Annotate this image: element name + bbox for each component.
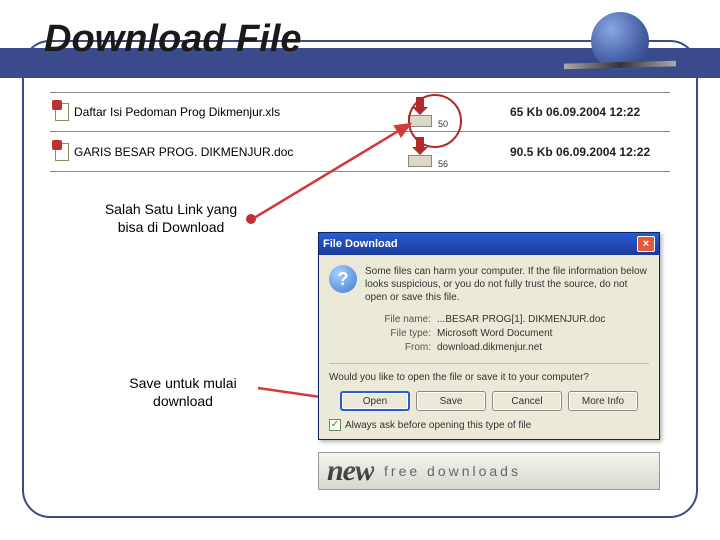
file-download-dialog: File Download × ? Some files can harm yo… [318, 232, 660, 440]
dialog-details: File name:...BESAR PROG[1]. DIKMENJUR.do… [373, 314, 649, 353]
always-ask-checkbox[interactable]: ✓ Always ask before opening this type of… [329, 419, 649, 431]
detail-filetype: Microsoft Word Document [437, 328, 552, 339]
detail-from: download.dikmenjur.net [437, 342, 542, 353]
open-button[interactable]: Open [340, 391, 410, 411]
caption-link: Salah Satu Link yang bisa di Download [96, 200, 246, 236]
logo-globe-icon [574, 12, 666, 76]
file-listing-table: Daftar Isi Pedoman Prog Dikmenjur.xls 50… [50, 92, 670, 172]
download-count: 56 [438, 159, 448, 169]
file-name-text: GARIS BESAR PROG. DIKMENJUR.doc [74, 145, 293, 159]
table-row: Daftar Isi Pedoman Prog Dikmenjur.xls 50… [50, 92, 670, 132]
file-name-cell[interactable]: GARIS BESAR PROG. DIKMENJUR.doc [50, 142, 330, 162]
dialog-titlebar[interactable]: File Download × [319, 233, 659, 255]
cancel-button[interactable]: Cancel [492, 391, 562, 411]
banner-brand: new [319, 454, 374, 488]
callout-circle-icon [408, 94, 462, 148]
dialog-title: File Download [323, 238, 398, 250]
table-row: GARIS BESAR PROG. DIKMENJUR.doc 56 90.5 … [50, 132, 670, 172]
banner-tagline: free downloads [384, 463, 521, 479]
detail-filename: ...BESAR PROG[1]. DIKMENJUR.doc [437, 314, 605, 325]
caption-save: Save untuk mulai download [108, 374, 258, 410]
document-icon [54, 142, 70, 162]
document-icon [54, 102, 70, 122]
dialog-prompt: Would you like to open the file or save … [329, 363, 649, 383]
file-name-text: Daftar Isi Pedoman Prog Dikmenjur.xls [74, 105, 280, 119]
warning-text: Some files can harm your computer. If th… [365, 265, 649, 304]
file-name-cell[interactable]: Daftar Isi Pedoman Prog Dikmenjur.xls [50, 102, 330, 122]
file-meta: 65 Kb 06.09.2004 12:22 [510, 105, 690, 119]
question-icon: ? [329, 265, 357, 293]
checkbox-label: Always ask before opening this type of f… [345, 420, 531, 431]
file-meta: 90.5 Kb 06.09.2004 12:22 [510, 145, 690, 159]
close-icon: × [643, 238, 649, 250]
more-info-button[interactable]: More Info [568, 391, 638, 411]
save-button[interactable]: Save [416, 391, 486, 411]
checkbox-icon: ✓ [329, 419, 341, 431]
close-button[interactable]: × [637, 236, 655, 252]
callout-dot-icon [246, 214, 256, 224]
ad-banner[interactable]: new free downloads [318, 452, 660, 490]
page-title: Download File [44, 18, 302, 61]
